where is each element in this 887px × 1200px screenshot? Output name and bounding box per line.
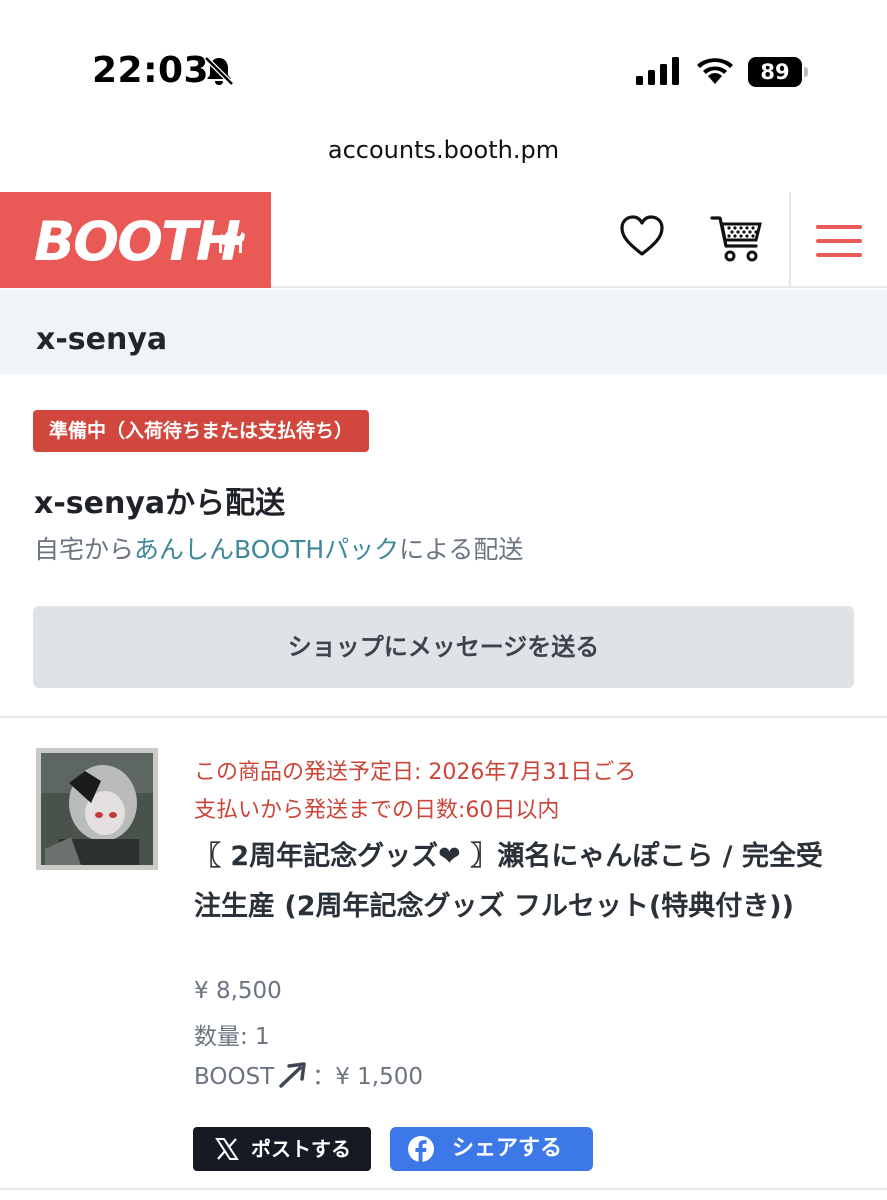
battery-icon: 89 bbox=[748, 57, 810, 87]
boost-line: BOOST ：¥ 1,500 bbox=[194, 1057, 423, 1091]
shipping-title: x-senyaから配送 bbox=[34, 486, 286, 521]
shipping-method: 自宅からあんしんBOOTHパックによる配送 bbox=[34, 530, 523, 566]
status-time: 22:03 bbox=[92, 50, 210, 91]
bottom-divider bbox=[0, 1188, 887, 1190]
bell-slash-icon bbox=[204, 56, 234, 86]
shop-name[interactable]: x-senya bbox=[36, 322, 167, 357]
wifi-icon bbox=[697, 58, 733, 84]
facebook-share-button[interactable]: シェアする bbox=[390, 1127, 593, 1171]
battery-level: 89 bbox=[760, 60, 790, 84]
product-thumbnail[interactable] bbox=[36, 748, 158, 870]
facebook-share-label: シェアする bbox=[452, 1136, 563, 1161]
x-post-button[interactable]: ポストする bbox=[193, 1127, 371, 1171]
anshin-booth-pack-link[interactable]: あんしんBOOTHパック bbox=[134, 535, 399, 564]
message-shop-button[interactable]: ショップにメッセージを送る bbox=[33, 606, 854, 688]
boost-label: BOOST bbox=[194, 1064, 275, 1090]
url-bar[interactable]: accounts.booth.pm bbox=[0, 136, 887, 164]
section-divider bbox=[0, 716, 887, 718]
booth-logo[interactable]: BOOTH bbox=[0, 192, 271, 288]
shipping-method-prefix: 自宅から bbox=[34, 535, 135, 564]
ship-date-text: この商品の発送予定日: 2026年7月31日ごろ bbox=[194, 760, 637, 785]
cart-icon[interactable] bbox=[710, 212, 764, 264]
thumbnail-art bbox=[41, 753, 153, 865]
facebook-logo-icon bbox=[408, 1136, 434, 1162]
hamburger-menu-icon[interactable] bbox=[816, 224, 862, 258]
battery-nub bbox=[804, 67, 808, 77]
x-logo-icon bbox=[215, 1138, 239, 1160]
boost-value: ：¥ 1,500 bbox=[312, 1064, 424, 1090]
thumbnail-image bbox=[41, 753, 153, 865]
heart-icon[interactable] bbox=[619, 214, 665, 258]
boost-arrow-icon bbox=[279, 1062, 306, 1088]
camel-icon bbox=[218, 232, 245, 253]
ship-days-text: 支払いから発送までの日数:60日以内 bbox=[194, 798, 560, 823]
product-price: ¥ 8,500 bbox=[194, 978, 282, 1004]
product-title[interactable]: 〖 2周年記念グッズ❤ 〗瀬名にゃんぽこら / 完全受注生産 (2周年記念グッズ… bbox=[194, 832, 844, 932]
shipping-method-suffix: による配送 bbox=[399, 535, 524, 564]
logo-text: BOOTH bbox=[34, 210, 241, 273]
product-quantity: 数量: 1 bbox=[194, 1024, 270, 1050]
status-badge: 準備中（入荷待ちまたは支払待ち） bbox=[33, 410, 370, 452]
status-bar: 22:03 89 bbox=[0, 0, 887, 130]
cellular-signal-icon bbox=[636, 57, 679, 85]
x-post-label: ポストする bbox=[251, 1137, 351, 1161]
header-divider bbox=[789, 192, 791, 288]
